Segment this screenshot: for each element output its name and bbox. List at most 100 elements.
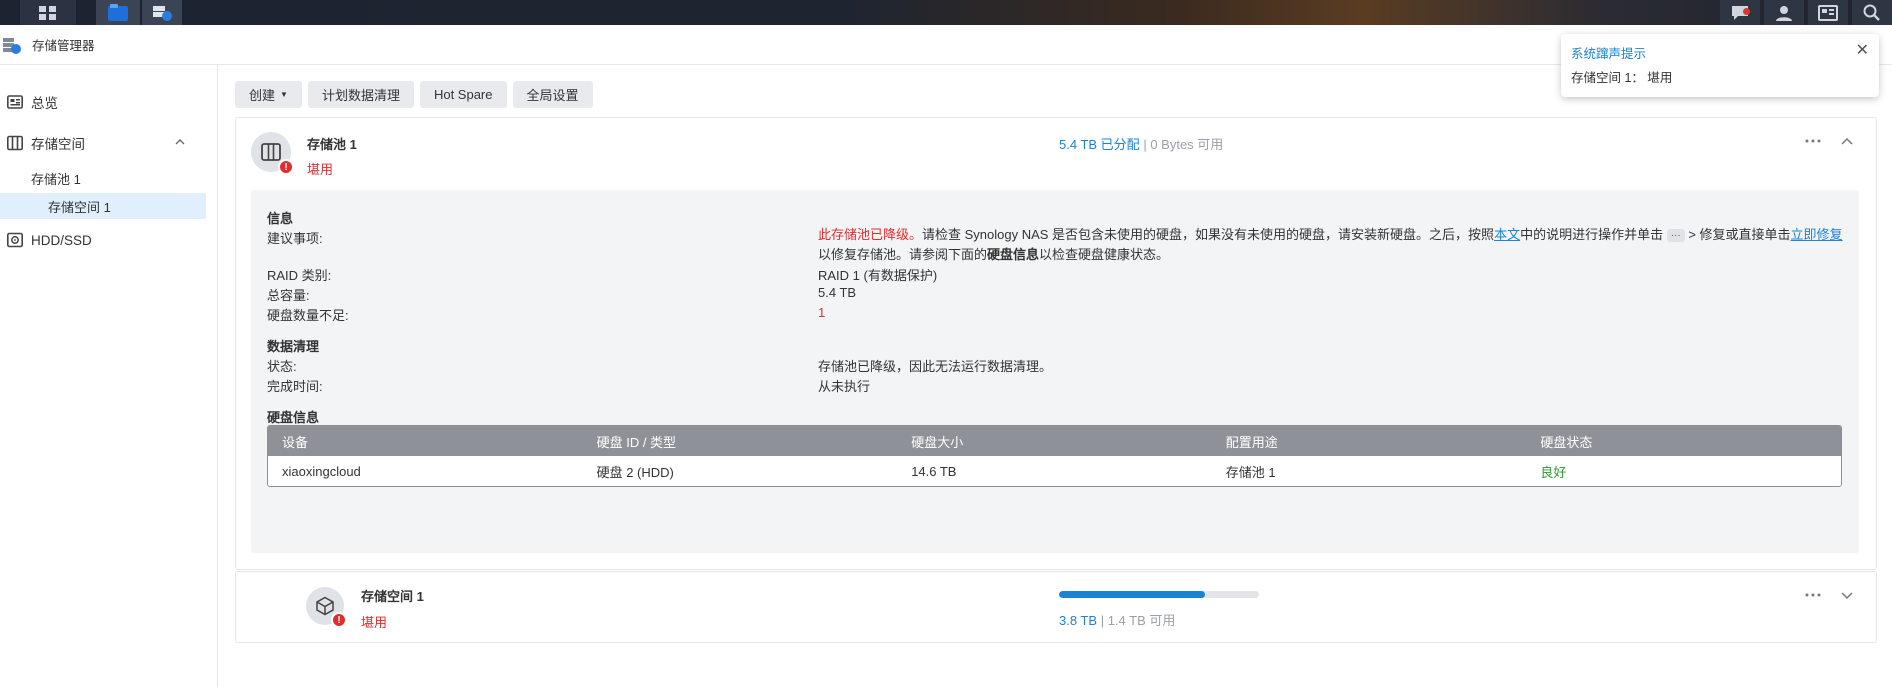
warning-badge-icon: ! xyxy=(278,159,294,175)
storage-manager-app-icon xyxy=(3,37,21,54)
hdd-icon xyxy=(7,232,23,248)
file-station-icon xyxy=(108,3,128,21)
table-row[interactable]: xiaoxingcloud 硬盘 2 (HDD) 14.6 TB 存储池 1 良… xyxy=(268,456,1841,486)
capacity-label: 总容量: xyxy=(267,288,310,303)
volume-usage-bar xyxy=(1059,591,1259,598)
disk-section-title: 硬盘信息 xyxy=(267,410,320,425)
missing-disks-label: 硬盘数量不足: xyxy=(267,308,349,323)
sidebar-item-overview[interactable]: 总览 xyxy=(0,88,208,116)
sidebar-item-label: 存储池 1 xyxy=(31,171,81,187)
close-icon[interactable]: ✕ xyxy=(1856,40,1869,60)
volume-card-actions xyxy=(1804,586,1856,604)
sidebar-item-label: 总览 xyxy=(31,96,58,111)
collapse-chevron-icon[interactable] xyxy=(1838,132,1856,150)
advice-text-part: > 修复或直接单击 xyxy=(1684,227,1791,242)
volume-usage-fill xyxy=(1059,591,1205,598)
storage-pool-card: ! 存储池 1 堪用 5.4 TB 已分配 | 0 Bytes 可用 信息 建议… xyxy=(235,117,1877,570)
storage-icon xyxy=(7,135,23,151)
global-settings-button[interactable]: 全局设置 xyxy=(512,81,593,108)
grid-icon xyxy=(39,5,56,20)
user-button[interactable] xyxy=(1764,0,1804,25)
pool-disk-icon xyxy=(261,143,281,161)
expand-chevron-icon[interactable] xyxy=(1838,586,1856,604)
separator: | xyxy=(1100,613,1105,628)
pool-allocated: 5.4 TB 已分配 xyxy=(1059,137,1140,152)
notification-button[interactable] xyxy=(1720,0,1760,25)
hot-spare-button[interactable]: Hot Spare xyxy=(419,81,507,108)
column-header: 硬盘 ID / 类型 xyxy=(596,434,677,450)
advice-text-part: 以检查硬盘健康状态。 xyxy=(1039,247,1170,262)
more-icon[interactable] xyxy=(1804,586,1822,604)
warning-badge-icon: ! xyxy=(331,612,347,628)
volume-status: 堪用 xyxy=(361,615,388,630)
capacity-value: 5.4 TB xyxy=(818,285,857,300)
advice-text-part: 请检查 Synology NAS 是否包含未使用的硬盘，如果没有未使用的硬盘，请… xyxy=(922,227,1495,242)
advice-text-part: 中的说明进行操作并单击 xyxy=(1520,227,1664,242)
notification-popup[interactable]: 系统蹿声提示 存储空间 1： 堪用 ✕ xyxy=(1561,34,1879,97)
advice-label: 建议事项: xyxy=(267,231,323,246)
column-header: 配置用途 xyxy=(1225,434,1278,450)
pool-card-actions xyxy=(1804,132,1856,150)
sidebar-item-hdd-ssd[interactable]: HDD/SSD xyxy=(0,226,208,254)
volume-usage: 3.8 TB | 1.4 TB 可用 xyxy=(1059,610,1175,629)
missing-disks-value: 1 xyxy=(818,305,826,320)
advice-degraded: 此存储池已降级。 xyxy=(818,227,923,242)
info-section-title: 信息 xyxy=(267,211,294,226)
raid-label: RAID 类别: xyxy=(267,268,332,283)
create-button[interactable]: 创建 ▼ xyxy=(235,81,302,108)
disk-table: 设备 硬盘 ID / 类型 硬盘大小 配置用途 硬盘状态 xiaoxingclo… xyxy=(267,425,1842,487)
user-icon xyxy=(1776,5,1792,21)
widgets-button[interactable] xyxy=(1808,0,1848,25)
advice-text: 此存储池已降级。请检查 Synology NAS 是否包含未使用的硬盘，如果没有… xyxy=(818,225,1848,265)
storage-manager-icon xyxy=(153,5,172,21)
scrub-status-label: 状态: xyxy=(267,359,297,374)
widgets-icon xyxy=(1818,4,1838,21)
cell-allocation: 存储池 1 xyxy=(1225,464,1276,480)
storage-pool-icon: ! xyxy=(251,132,294,175)
scrub-section-title: 数据清理 xyxy=(267,339,320,354)
volume-name: 存储空间 1 xyxy=(361,589,424,604)
search-icon xyxy=(1863,4,1880,21)
notification-title: 系统蹿声提示 xyxy=(1571,47,1647,61)
toolbar: 创建 ▼ 计划数据清理 Hot Spare 全局设置 xyxy=(235,81,593,108)
sidebar: 总览 存储空间 存储池 1 存储空间 1 HDD/SSD xyxy=(0,65,218,687)
caret-down-icon: ▼ xyxy=(280,90,288,99)
taskbar-app-storage-manager[interactable] xyxy=(142,0,182,25)
volume-card: ! 存储空间 1 堪用 3.8 TB | 1.4 TB 可用 xyxy=(235,571,1877,643)
cell-disk-status: 良好 xyxy=(1540,464,1567,480)
sidebar-item-pool-1[interactable]: 存储池 1 xyxy=(0,165,206,191)
raid-value: RAID 1 (有数据保护) xyxy=(818,268,938,283)
article-link[interactable]: 本文 xyxy=(1494,227,1520,242)
advice-text-part: 以修复存储池。请参阅下面的 xyxy=(818,247,988,262)
notification-body: 存储空间 1： 堪用 xyxy=(1571,71,1673,85)
more-icon[interactable] xyxy=(1804,132,1822,150)
search-button[interactable] xyxy=(1852,0,1892,25)
cell-disk-id: 硬盘 2 (HDD) xyxy=(596,464,674,480)
repair-now-link[interactable]: 立即修复 xyxy=(1791,227,1843,242)
sidebar-item-storage[interactable]: 存储空间 xyxy=(0,129,208,157)
disk-info-emphasis: 硬盘信息 xyxy=(987,247,1040,262)
sidebar-item-label: 存储空间 xyxy=(31,137,85,152)
taskbar-app-file-station[interactable] xyxy=(96,0,140,25)
sidebar-item-label: 存储空间 1 xyxy=(48,199,111,215)
window-title: 存储管理器 xyxy=(32,39,95,53)
column-header: 设备 xyxy=(282,434,309,450)
more-chip-icon: ··· xyxy=(1666,229,1685,243)
cell-disk-size: 14.6 TB xyxy=(911,463,957,479)
chevron-up-icon[interactable] xyxy=(174,136,186,148)
main-menu-button[interactable] xyxy=(20,0,76,25)
schedule-scrub-button[interactable]: 计划数据清理 xyxy=(307,81,414,108)
system-taskbar xyxy=(0,0,1892,25)
cell-device: xiaoxingcloud xyxy=(282,463,361,479)
column-header: 硬盘状态 xyxy=(1540,434,1593,450)
pool-name: 存储池 1 xyxy=(307,137,357,152)
pool-info-panel: 信息 建议事项: 此存储池已降级。请检查 Synology NAS 是否包含未使… xyxy=(251,190,1859,553)
scrub-time-label: 完成时间: xyxy=(267,379,323,394)
scrub-status-value: 存储池已降级，因此无法运行数据清理。 xyxy=(818,359,1053,374)
sidebar-item-volume-1[interactable]: 存储空间 1 xyxy=(0,193,206,219)
separator: | xyxy=(1143,137,1147,152)
pool-available: 0 Bytes 可用 xyxy=(1150,137,1224,152)
volume-used: 3.8 TB xyxy=(1059,613,1098,628)
cube-icon xyxy=(316,596,334,616)
volume-icon: ! xyxy=(306,587,347,628)
